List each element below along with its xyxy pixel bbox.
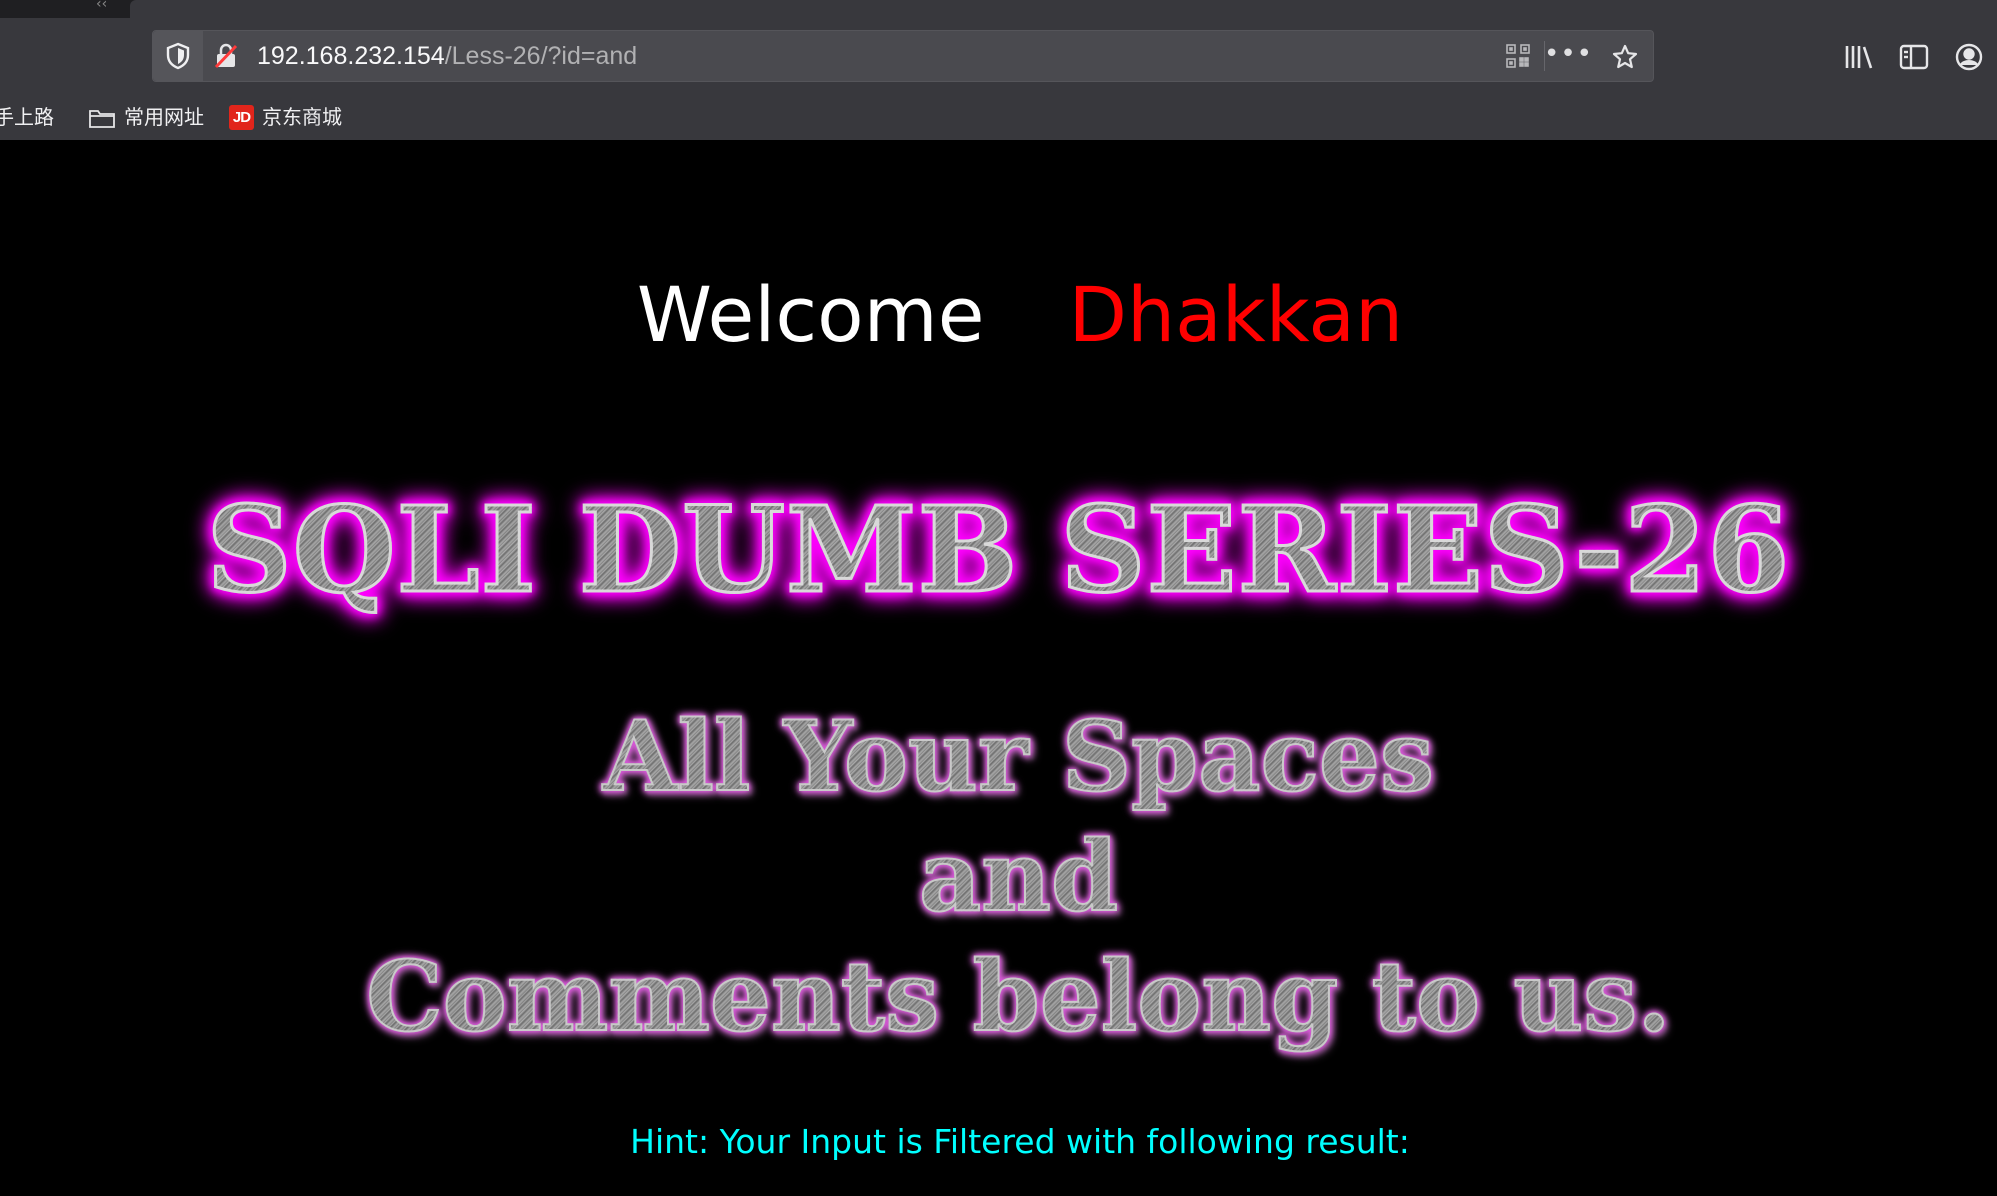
page-content: Welcome Dhakkan SQLI DUMB SERIES-26 All Y… [0, 140, 1997, 1196]
welcome-text: Welcome [636, 270, 985, 359]
tab-overflow-icon[interactable]: ‹‹ [96, 0, 107, 12]
address-bar[interactable]: 192.168.232.154/Less-26/?id=and ••• [152, 30, 1654, 82]
account-icon[interactable] [1954, 42, 1984, 72]
shield-icon[interactable] [153, 31, 203, 81]
bookmarks-toolbar: 手上路 常用网址 JD 京东商城 [0, 95, 1997, 140]
jd-icon: JD [229, 105, 254, 130]
qr-code-icon[interactable] [1505, 43, 1531, 69]
sidebar-icon[interactable] [1898, 42, 1930, 72]
active-tab[interactable] [130, 0, 1997, 18]
bookmark-label: 手上路 [0, 105, 54, 129]
page-title-banner: SQLI DUMB SERIES-26 [0, 470, 1997, 630]
more-icon[interactable]: ••• [1544, 31, 1593, 81]
slogan-line-2: and [20, 817, 1997, 937]
url-host: 192.168.232.154 [257, 42, 445, 70]
bookmark-star-icon[interactable] [1611, 43, 1639, 71]
insecure-lock-icon[interactable] [213, 43, 239, 69]
tab-strip: ‹‹ [0, 0, 1997, 18]
bookmark-label: 常用网址 [124, 105, 204, 129]
library-icon[interactable] [1842, 42, 1874, 72]
bookmark-getting-started[interactable]: 手上路 [0, 95, 54, 140]
slogan-line-1: All Your Spaces [20, 697, 1997, 817]
bookmark-jd[interactable]: JD 京东商城 [229, 95, 342, 140]
folder-icon [88, 107, 116, 129]
bookmark-folder-common-sites[interactable]: 常用网址 [88, 95, 204, 140]
url-text[interactable]: 192.168.232.154/Less-26/?id=and [257, 31, 637, 81]
welcome-name: Dhakkan [1068, 270, 1404, 359]
slogan-line-3: Comments belong to us. [20, 937, 1997, 1057]
url-path: /Less-26/?id=and [444, 42, 638, 70]
bookmark-label: 京东商城 [262, 105, 342, 129]
welcome-line: Welcome Dhakkan [0, 270, 1997, 360]
hint-text: Hint: Your Input is Filtered with follow… [630, 1122, 1410, 1161]
